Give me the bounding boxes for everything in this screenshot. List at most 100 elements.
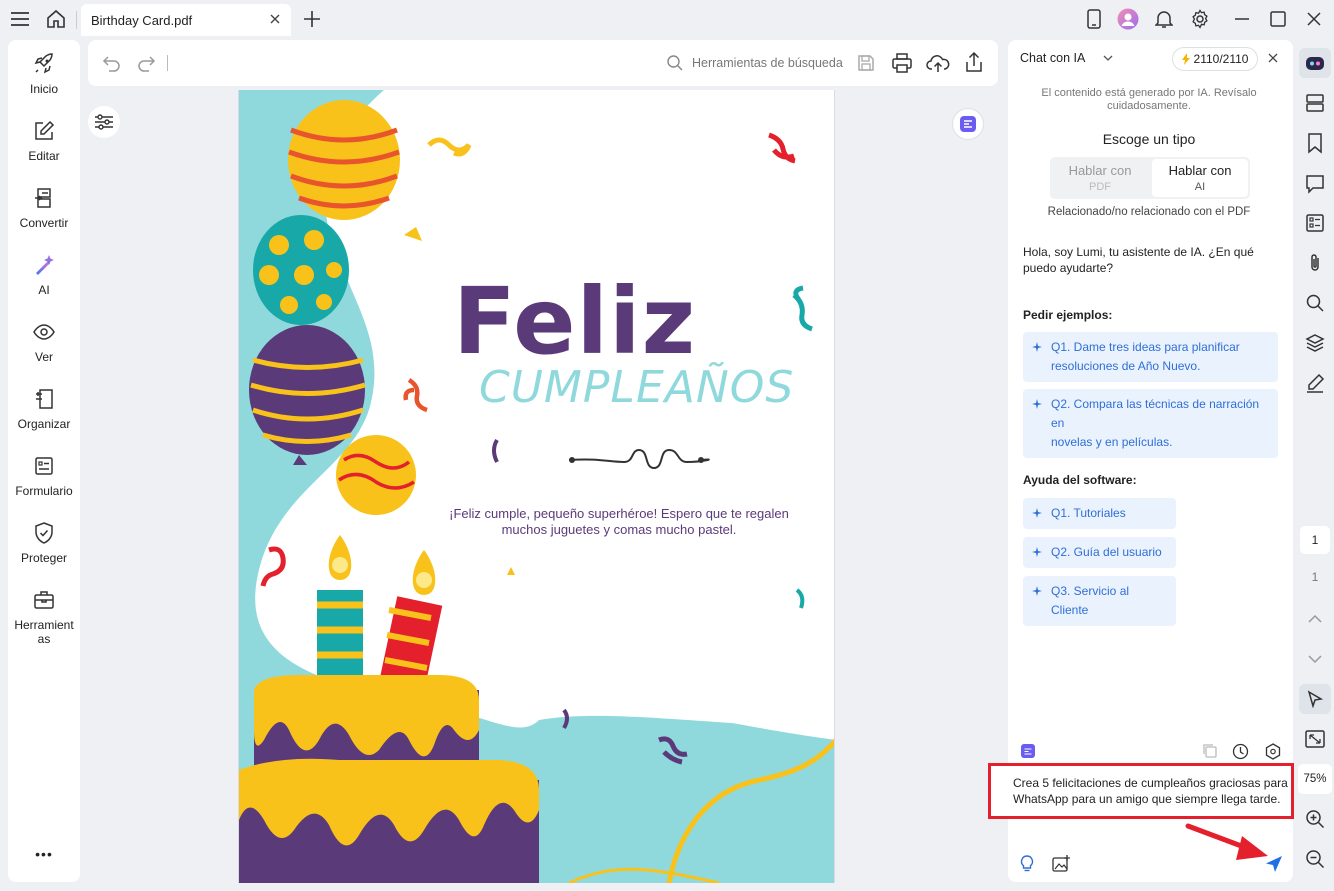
fit-screen-icon[interactable]: [1304, 728, 1326, 750]
history-icon[interactable]: [1232, 743, 1249, 760]
page-total: 1: [1311, 570, 1319, 584]
minimize-icon[interactable]: [1230, 7, 1254, 31]
search-icon[interactable]: [1304, 292, 1326, 314]
sparkle-icon: [1032, 399, 1042, 409]
tab-title: Birthday Card.pdf: [91, 12, 193, 28]
ai-sparkle-icon: [32, 253, 56, 277]
undo-icon[interactable]: [102, 53, 122, 73]
hamburger-icon[interactable]: [8, 7, 32, 31]
comment-icon[interactable]: [1304, 173, 1326, 195]
pdf-page: Feliz CUMPLEAÑOS ¡Feliz cumple, pequeño …: [238, 90, 835, 883]
share-icon[interactable]: [963, 51, 985, 73]
document-toolbar: Herramientas de búsqueda: [88, 40, 998, 86]
sparkle-icon: [1032, 342, 1042, 352]
sidebar-item-ver[interactable]: Ver: [8, 320, 80, 364]
examples-title: Pedir ejemplos:: [1023, 308, 1113, 322]
divider: [167, 55, 168, 71]
avatar[interactable]: [1116, 7, 1140, 31]
close-tab-icon[interactable]: [268, 12, 282, 26]
add-image-icon[interactable]: [1052, 855, 1070, 873]
attachment-icon[interactable]: [1304, 252, 1326, 274]
chevron-down-icon: [1103, 55, 1113, 61]
gear-icon[interactable]: [1188, 7, 1212, 31]
close-chat-icon[interactable]: [1267, 52, 1279, 64]
lightning-icon: [1181, 53, 1190, 65]
sliders-icon[interactable]: [88, 106, 120, 138]
plus-icon[interactable]: [300, 7, 324, 31]
document-canvas[interactable]: Feliz CUMPLEAÑOS ¡Feliz cumple, pequeño …: [88, 90, 998, 890]
maximize-icon[interactable]: [1266, 7, 1290, 31]
mobile-icon[interactable]: [1082, 7, 1106, 31]
lightbulb-icon[interactable]: [1020, 855, 1034, 873]
sidebar-item-inicio[interactable]: Inicio: [8, 52, 80, 96]
sidebar-item-proteger[interactable]: Proteger: [8, 521, 80, 565]
toolbox-icon: [32, 588, 56, 612]
zoom-out-icon[interactable]: [1304, 848, 1326, 870]
example-question-2[interactable]: Q2. Compara las técnicas de narración en…: [1023, 389, 1278, 458]
sidebar-item-convertir[interactable]: Convertir: [8, 186, 80, 230]
card-artwork: [239, 90, 834, 883]
type-toggle: Hablar con PDF Hablar con AI: [1050, 157, 1250, 199]
assistant-greeting: Hola, soy Lumi, tu asistente de IA. ¿En …: [1023, 245, 1254, 275]
chevron-up-icon[interactable]: [1304, 608, 1326, 630]
sidebar-item-organizar[interactable]: Organizar: [8, 387, 80, 431]
choose-type-heading: Escoge un tipo: [1102, 131, 1196, 147]
chat-mode-dropdown[interactable]: Chat con IA: [1020, 51, 1113, 65]
small-yellow-balloon: [336, 435, 416, 515]
card-message: ¡Feliz cumple, pequeño superhéroe! Esper…: [449, 506, 789, 537]
home-icon[interactable]: [44, 7, 68, 31]
sidebar-item-ai[interactable]: AI: [8, 253, 80, 297]
form-icon: [32, 454, 56, 478]
sidebar-item-editar[interactable]: Editar: [8, 119, 80, 163]
zoom-in-icon[interactable]: [1304, 808, 1326, 830]
hexagon-settings-icon[interactable]: [1265, 743, 1281, 760]
card-subtitle: CUMPLEAÑOS: [479, 362, 795, 413]
organize-icon: [32, 387, 56, 411]
redo-icon[interactable]: [136, 53, 156, 73]
cloud-upload-icon[interactable]: [926, 52, 950, 74]
chevron-down-icon[interactable]: [1304, 648, 1326, 670]
ai-chat-panel: Chat con IA 2110/2110 El contenido está …: [988, 40, 1294, 882]
option-talk-ai[interactable]: Hablar con AI: [1152, 159, 1248, 197]
option-talk-pdf[interactable]: Hablar con PDF: [1052, 159, 1148, 197]
example-question-1[interactable]: Q1. Dame tres ideas para planificar reso…: [1023, 332, 1278, 382]
rocket-icon: [32, 52, 56, 76]
search-icon: [666, 54, 684, 72]
ai-disclaimer: El contenido está generado por IA. Revís…: [1041, 87, 1257, 112]
bookmark-icon[interactable]: [1304, 132, 1326, 154]
more-options-button[interactable]: •••: [8, 846, 80, 862]
save-icon[interactable]: [856, 53, 876, 73]
right-rail: 1 1 75%: [1296, 40, 1334, 890]
help-item-customer-service[interactable]: Q3. Servicio al Cliente: [1023, 576, 1176, 626]
copy-icon[interactable]: [1202, 743, 1218, 759]
layers-icon[interactable]: [1304, 332, 1326, 354]
help-title: Ayuda del software:: [1023, 473, 1137, 487]
signature-icon[interactable]: [1304, 372, 1326, 394]
help-item-tutorials[interactable]: Q1. Tutoriales: [1023, 498, 1176, 529]
left-sidebar: Inicio Editar Convertir AI Ver Organizar: [8, 40, 80, 882]
search-placeholder: Herramientas de búsqueda: [692, 56, 843, 70]
ai-assistant-icon[interactable]: [952, 108, 984, 140]
search-tools[interactable]: Herramientas de búsqueda: [666, 52, 843, 74]
sidebar-item-herramientas[interactable]: Herramient as: [8, 588, 80, 646]
form-fields-icon[interactable]: [1304, 212, 1326, 234]
shield-icon: [32, 521, 56, 545]
card-title: Feliz: [453, 268, 697, 375]
zoom-level[interactable]: 75%: [1298, 764, 1332, 794]
send-icon[interactable]: [1265, 855, 1283, 873]
bell-icon[interactable]: [1152, 7, 1176, 31]
related-note: Relacionado/no relacionado con el PDF: [1047, 206, 1251, 218]
help-item-user-guide[interactable]: Q2. Guía del usuario: [1023, 537, 1176, 568]
chat-input-field[interactable]: Crea 5 felicitaciones de cumpleaños grac…: [988, 763, 1294, 819]
tab-birthday-card[interactable]: Birthday Card.pdf: [81, 4, 291, 36]
select-cursor-icon[interactable]: [1299, 684, 1331, 714]
print-icon[interactable]: [891, 52, 913, 74]
sidebar-item-formulario[interactable]: Formulario: [8, 454, 80, 498]
ai-robot-icon[interactable]: [1299, 48, 1331, 78]
close-icon[interactable]: [1302, 7, 1326, 31]
eye-icon: [32, 320, 56, 344]
thumbnails-icon[interactable]: [1304, 92, 1326, 114]
credits-badge[interactable]: 2110/2110: [1172, 47, 1258, 71]
convert-icon: [32, 186, 56, 210]
page-number-input[interactable]: 1: [1300, 526, 1330, 554]
